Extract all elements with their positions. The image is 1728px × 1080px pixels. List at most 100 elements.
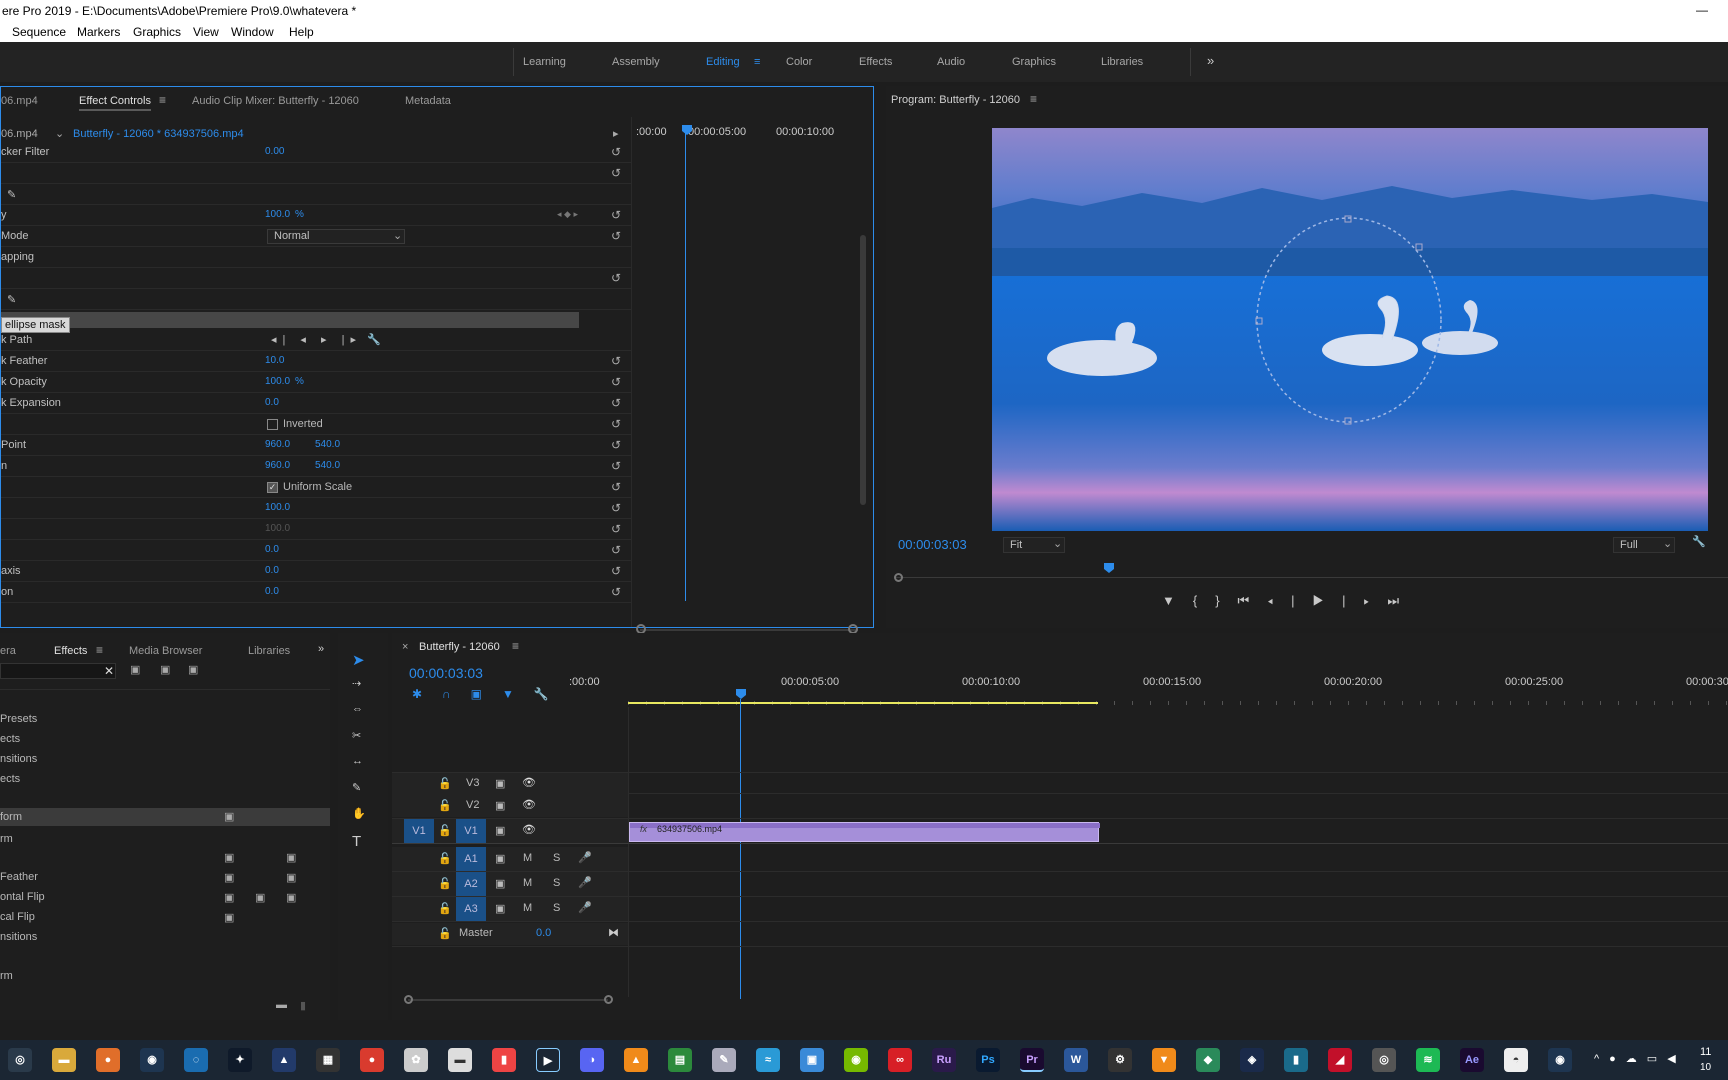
- menu-help[interactable]: Help: [289, 25, 314, 39]
- wrench-icon[interactable]: 🔧: [367, 333, 381, 346]
- photoshop-icon[interactable]: Ps: [976, 1048, 1000, 1072]
- app-icon[interactable]: ◎: [1372, 1048, 1396, 1072]
- menu-window[interactable]: Window: [231, 25, 274, 39]
- list-item[interactable]: cal Flip: [0, 911, 35, 923]
- sequence-tab[interactable]: Butterfly - 12060: [419, 641, 500, 653]
- type-tool-icon[interactable]: T: [352, 833, 361, 850]
- master-volume[interactable]: 0.0: [536, 927, 551, 939]
- selected-list-item[interactable]: form ▣: [0, 808, 330, 826]
- app-icon[interactable]: ◓: [1504, 1048, 1528, 1072]
- app-icon[interactable]: ▼: [1152, 1048, 1176, 1072]
- tab-libraries[interactable]: Libraries: [248, 645, 290, 657]
- microphone-icon[interactable]: 🎤: [578, 901, 592, 914]
- solo-button[interactable]: S: [553, 852, 560, 864]
- new-bin-icon[interactable]: ▬: [276, 999, 287, 1011]
- app-icon[interactable]: ◢: [1328, 1048, 1352, 1072]
- sync-lock-icon[interactable]: ▣: [495, 777, 505, 790]
- mute-button[interactable]: M: [523, 852, 532, 864]
- lock-icon[interactable]: 🔓: [438, 927, 452, 940]
- folder-icon[interactable]: ▬: [52, 1048, 76, 1072]
- reset-icon[interactable]: ↺: [611, 459, 621, 473]
- steam-icon[interactable]: ◉: [1548, 1048, 1572, 1072]
- paint-icon[interactable]: ✎: [712, 1048, 736, 1072]
- track-label[interactable]: A3: [456, 897, 486, 921]
- track-label[interactable]: A2: [456, 872, 486, 896]
- yuv-effects-icon[interactable]: ▣: [188, 663, 198, 676]
- property-value[interactable]: 0.0: [265, 565, 279, 576]
- lock-icon[interactable]: 🔓: [438, 902, 452, 915]
- video-clip[interactable]: fx 634937506.mp4: [629, 822, 1100, 842]
- track-select-tool-icon[interactable]: ⇢: [352, 677, 361, 690]
- reset-icon[interactable]: ↺: [611, 229, 621, 243]
- property-value[interactable]: 540.0: [315, 460, 340, 471]
- reset-icon[interactable]: ↺: [611, 480, 621, 494]
- chevron-down-icon[interactable]: ⌄: [55, 127, 64, 140]
- app-icon[interactable]: ▮: [1284, 1048, 1308, 1072]
- eye-icon[interactable]: 👁: [522, 798, 536, 811]
- chevron-down-icon[interactable]: ⌄: [1053, 537, 1062, 550]
- razor-tool-icon[interactable]: ✂: [352, 729, 361, 742]
- media-player-icon[interactable]: ▶: [536, 1048, 560, 1072]
- app-icon[interactable]: ▮: [492, 1048, 516, 1072]
- ripple-edit-tool-icon[interactable]: ⇔: [352, 703, 363, 715]
- workspace-audio[interactable]: Audio: [937, 56, 965, 68]
- app-icon[interactable]: ◆: [1196, 1048, 1220, 1072]
- tab-audio-clip-mixer[interactable]: Audio Clip Mixer: Butterfly - 12060: [192, 95, 359, 107]
- list-item[interactable]: Feather: [0, 871, 38, 883]
- mask-row-highlight[interactable]: ellipse mask: [1, 312, 579, 333]
- accelerated-effects-icon[interactable]: ▣: [130, 663, 140, 676]
- property-value[interactable]: 0.0: [265, 586, 279, 597]
- video-frame[interactable]: [992, 128, 1708, 531]
- 32bit-effects-icon[interactable]: ▣: [160, 663, 170, 676]
- sync-lock-icon[interactable]: ▣: [495, 799, 505, 812]
- sync-lock-icon[interactable]: ▣: [495, 902, 505, 915]
- source-patch-v1[interactable]: V1: [404, 819, 434, 843]
- app-icon[interactable]: ≈: [756, 1048, 780, 1072]
- reset-icon[interactable]: ↺: [611, 438, 621, 452]
- eye-icon[interactable]: 👁: [522, 823, 536, 836]
- list-item[interactable]: rm: [0, 970, 13, 982]
- sync-lock-icon[interactable]: ▣: [495, 852, 505, 865]
- wrench-icon[interactable]: 🔧: [1692, 535, 1706, 548]
- reset-icon[interactable]: ↺: [611, 208, 621, 222]
- reset-icon[interactable]: ↺: [611, 522, 621, 536]
- property-value[interactable]: 100.0: [265, 502, 290, 513]
- mute-button[interactable]: M: [523, 877, 532, 889]
- playhead-icon[interactable]: [1104, 563, 1114, 573]
- trash-icon[interactable]: ▮: [300, 999, 306, 1012]
- chevron-down-icon[interactable]: ⌄: [1663, 537, 1672, 550]
- calculator-icon[interactable]: ▦: [316, 1048, 340, 1072]
- app-icon[interactable]: ▲: [272, 1048, 296, 1072]
- list-item[interactable]: nsitions: [0, 753, 37, 765]
- timeline-timecode[interactable]: 00:00:03:03: [409, 665, 483, 681]
- property-value[interactable]: 0.0: [265, 397, 279, 408]
- rush-icon[interactable]: Ru: [932, 1048, 956, 1072]
- tab-media-browser[interactable]: Media Browser: [129, 645, 202, 657]
- mask-tracking-icons[interactable]: ◂| ◂ ▸ |▸: [271, 333, 362, 346]
- reset-icon[interactable]: ↺: [611, 585, 621, 599]
- system-tray-icons[interactable]: ^●☁▭◀: [1594, 1052, 1686, 1065]
- lock-icon[interactable]: 🔓: [438, 824, 452, 837]
- zoom-handle-left[interactable]: [404, 995, 413, 1004]
- workspace-menu-icon[interactable]: ≡: [754, 56, 760, 68]
- property-value[interactable]: 0.0: [265, 544, 279, 555]
- reset-icon[interactable]: ↺: [611, 501, 621, 515]
- after-effects-icon[interactable]: Ae: [1460, 1048, 1484, 1072]
- vlc-icon[interactable]: ▲: [624, 1048, 648, 1072]
- lock-icon[interactable]: 🔓: [438, 877, 452, 890]
- selection-tool-icon[interactable]: ➤: [352, 651, 365, 669]
- tab-metadata[interactable]: Metadata: [405, 95, 451, 107]
- start-icon[interactable]: ◎: [8, 1048, 32, 1072]
- reset-icon[interactable]: ↺: [611, 396, 621, 410]
- panel-menu-icon[interactable]: ≡: [96, 643, 103, 657]
- reset-icon[interactable]: ↺: [611, 564, 621, 578]
- zoom-handle-right[interactable]: [604, 995, 613, 1004]
- menu-view[interactable]: View: [193, 25, 219, 39]
- origin-icon[interactable]: ●: [96, 1048, 120, 1072]
- word-icon[interactable]: W: [1064, 1048, 1088, 1072]
- tab-source[interactable]: 06.mp4: [1, 95, 38, 107]
- lock-icon[interactable]: 🔓: [438, 777, 452, 790]
- reset-icon[interactable]: ↺: [611, 543, 621, 557]
- property-value[interactable]: 100.0: [265, 376, 290, 387]
- property-value[interactable]: 10.0: [265, 355, 284, 366]
